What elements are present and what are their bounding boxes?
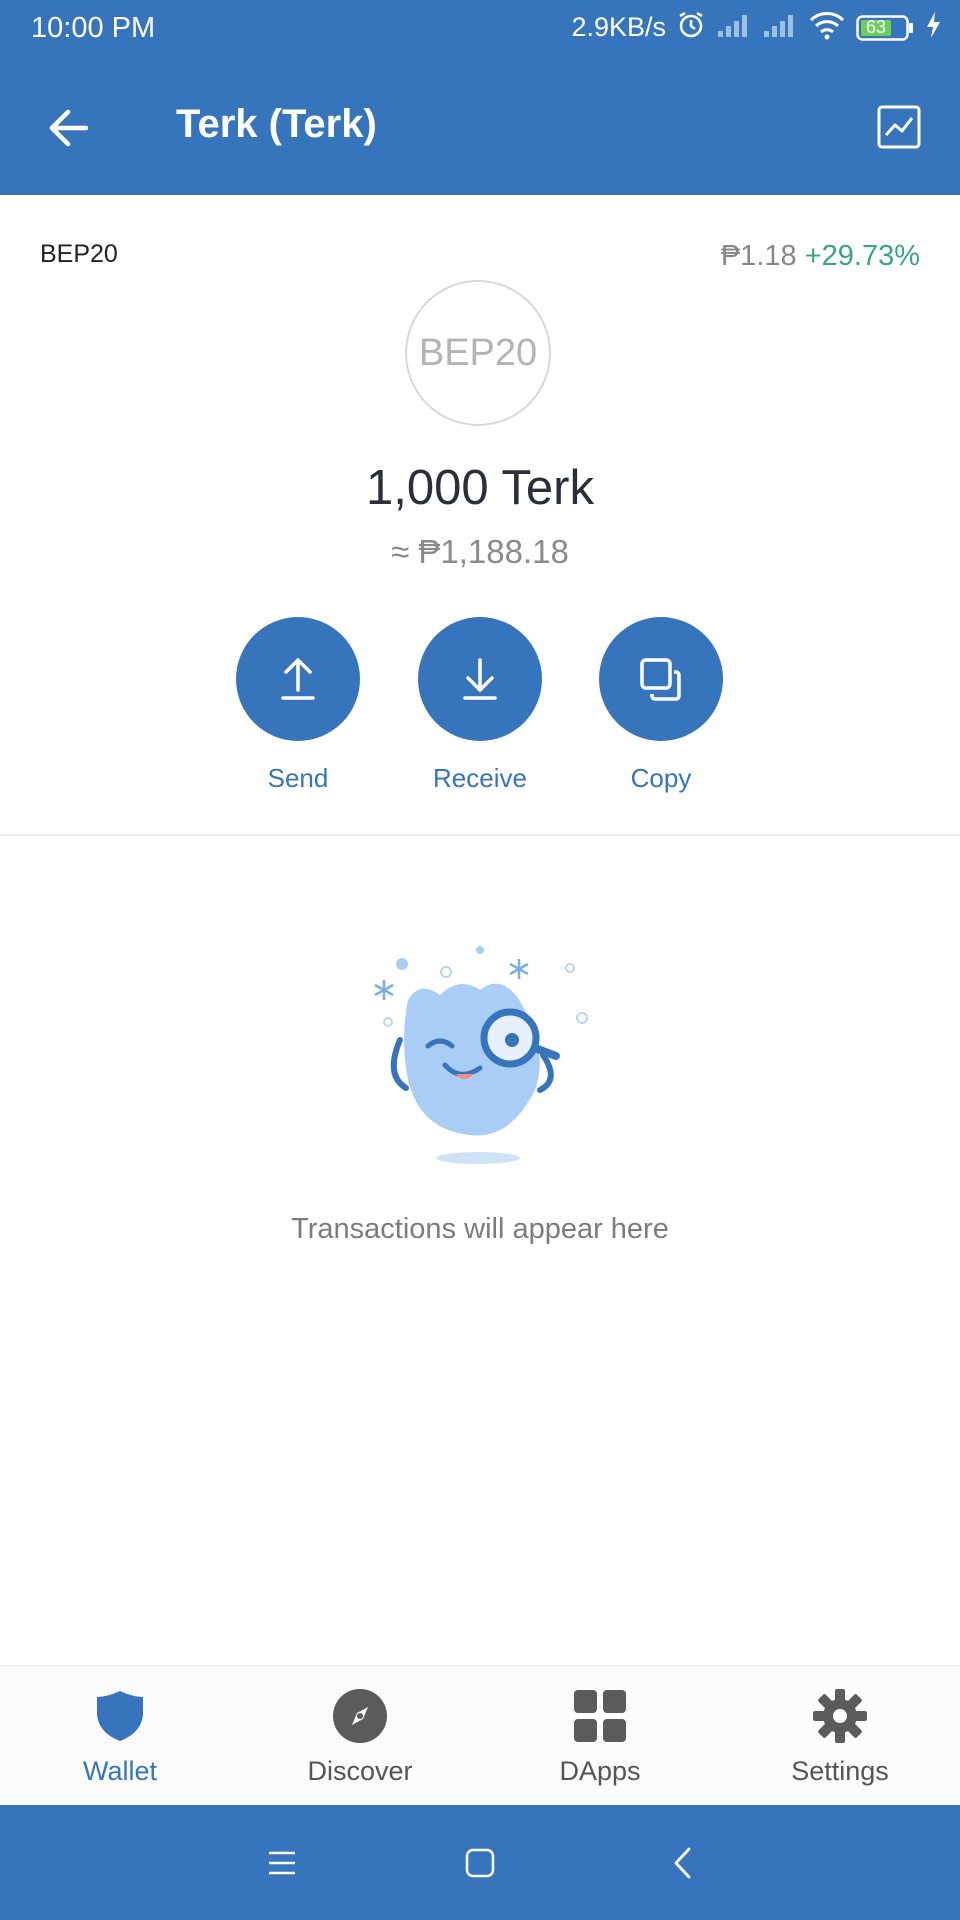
nav-label-wallet[interactable]: Wallet [0,1756,240,1787]
page-title: Terk (Terk) [176,102,377,146]
app-bar: Terk (Terk) [0,60,960,195]
send-button[interactable]: Send [236,617,360,794]
price-chart-button[interactable] [874,102,924,152]
network-speed: 2.9KB/s [571,12,666,42]
token-logo: BEP20 [405,280,551,426]
send-label[interactable]: Send [236,763,360,794]
section-divider [0,834,960,836]
chart-icon [877,105,921,149]
network-label: BEP20 [40,240,118,268]
arrow-left-icon [49,109,89,147]
gear-icon [812,1688,868,1744]
status-time: 10:00 PM [31,12,156,44]
status-bar: 10:00 PM 2.9KB/s 63 [0,0,960,60]
home-button[interactable] [430,1805,530,1920]
copy-button[interactable]: Copy [599,617,723,794]
upload-arrow-icon [281,658,315,700]
fiat-balance: ≈ ₱1,188.18 [391,533,569,570]
price-value: ₱1.18 [720,240,797,272]
nav-item-dapps[interactable]: DApps [480,1666,720,1806]
charging-icon [924,10,942,45]
token-price: ₱1.18 +29.73% [721,240,920,273]
battery-icon: 63 [856,14,914,42]
nav-label-discover[interactable]: Discover [240,1756,480,1787]
home-square-icon [465,1848,495,1877]
bottom-navigation: Wallet Discover DApps Settings [0,1665,960,1806]
copy-circle[interactable] [599,617,723,741]
nav-item-settings[interactable]: Settings [720,1666,960,1806]
price-change: +29.73% [804,240,920,272]
nav-label-dapps[interactable]: DApps [480,1756,720,1787]
download-arrow-icon [463,658,497,700]
receive-label[interactable]: Receive [418,763,542,794]
menu-icon [269,1851,295,1874]
menu-button[interactable] [232,1805,332,1920]
receive-button[interactable]: Receive [418,617,542,794]
system-back-button[interactable] [632,1805,732,1920]
status-indicators: 2.9KB/s 63 [571,10,942,45]
empty-state-message: Transactions will appear here [291,1213,669,1245]
chevron-left-icon [674,1847,691,1878]
nav-item-discover[interactable]: Discover [240,1666,480,1806]
shield-icon [92,1688,148,1744]
nav-label-settings[interactable]: Settings [720,1756,960,1787]
wifi-icon [808,10,846,45]
signal-icon [716,11,752,44]
receive-circle[interactable] [418,617,542,741]
token-logo-text: BEP20 [418,331,538,374]
compass-icon [332,1688,388,1744]
send-circle[interactable] [236,617,360,741]
copy-icon [640,658,681,701]
copy-label[interactable]: Copy [599,763,723,794]
token-balance: 1,000 Terk [366,461,594,515]
battery-level: 63 [866,16,887,37]
signal-icon [762,11,798,44]
empty-transactions-illustration [374,946,588,1164]
back-button[interactable] [38,98,98,158]
nav-item-wallet[interactable]: Wallet [0,1666,240,1806]
alarm-icon [676,10,706,45]
system-navigation-bar [0,1805,960,1920]
grid-icon [572,1688,628,1744]
